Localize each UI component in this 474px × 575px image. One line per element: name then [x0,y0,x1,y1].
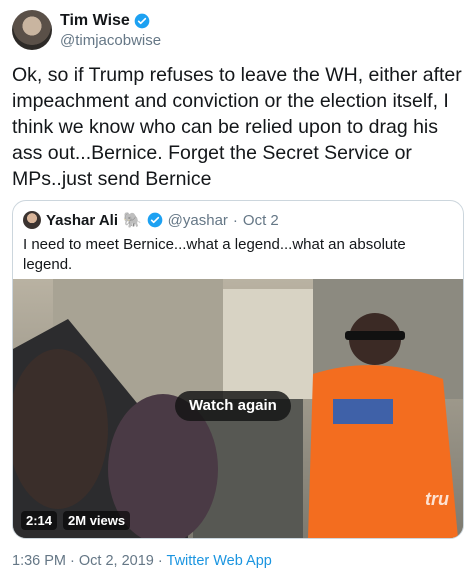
tweet-source-link[interactable]: Twitter Web App [167,553,272,569]
tweet-footer: 1:36 PM · Oct 2, 2019 · Twitter Web App [12,553,272,569]
author-handle[interactable]: @timjacobwise [60,32,161,49]
footer-separator-1: · [70,553,75,569]
tweet-date[interactable]: Oct 2, 2019 [79,553,154,569]
quoted-header: Yashar Ali 🐘 @yashar · Oct 2 [23,211,279,229]
watch-again-button[interactable]: Watch again [175,391,291,421]
quoted-date: Oct 2 [242,211,279,229]
video-stats: 2:14 2M views [21,511,131,530]
tweet-card: Tim Wise @timjacobwise Ok, so if Trump r… [0,0,474,575]
verified-badge-icon [134,13,150,29]
quoted-author-name: Yashar Ali [46,211,118,229]
quoted-verified-badge-icon [147,212,163,228]
tweet-time[interactable]: 1:36 PM [12,553,66,569]
quoted-tweet[interactable]: Yashar Ali 🐘 @yashar · Oct 2 I need to m… [12,200,464,539]
elephant-emoji: 🐘 [122,212,142,229]
video-player[interactable]: Watch again tru 2:14 2M views [13,279,463,538]
video-views: 2M views [63,511,131,530]
quoted-separator: · [232,211,238,229]
tweet-text: Ok, so if Trump refuses to leave the WH,… [12,64,468,190]
author-avatar[interactable] [12,10,52,50]
channel-watermark: tru [425,489,449,509]
author-name[interactable]: Tim Wise [60,12,130,30]
quoted-avatar [23,211,41,229]
footer-separator-2: · [157,553,163,569]
quoted-handle: @yashar [167,211,228,229]
video-duration: 2:14 [21,511,58,530]
author-name-row[interactable]: Tim Wise [60,12,150,30]
quoted-text: I need to meet Bernice...what a legend..… [23,236,406,273]
